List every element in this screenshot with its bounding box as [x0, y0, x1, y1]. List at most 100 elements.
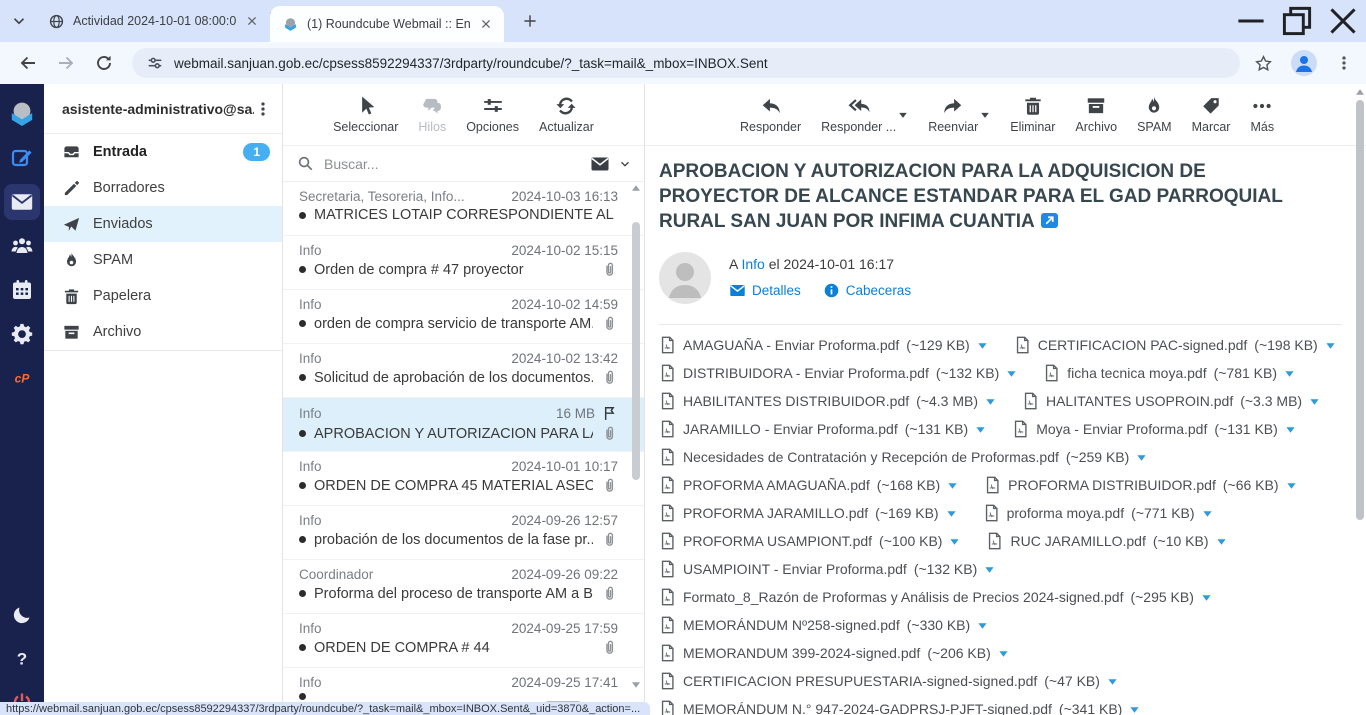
- browser-tab[interactable]: (1) Roundcube Webmail :: Envia: [270, 6, 504, 42]
- view-scrollbar[interactable]: [1354, 86, 1366, 715]
- recipient-link[interactable]: Info: [741, 256, 764, 272]
- attachment-item[interactable]: MEMORÁNDUM N.° 947-2024-GADPRSJ-PJFT-sig…: [659, 700, 1140, 715]
- reload-button[interactable]: [94, 53, 114, 73]
- scroll-up-icon[interactable]: [631, 184, 641, 192]
- browser-profile-avatar[interactable]: [1291, 50, 1317, 76]
- mail-button-m-s[interactable]: Más: [1250, 95, 1274, 134]
- attachment-item[interactable]: MEMORÁNDUM Nº258-signed.pdf (~330 KB): [659, 616, 988, 634]
- mail-button-reenviar[interactable]: Reenviar: [928, 95, 990, 134]
- flag-icon[interactable]: [601, 405, 618, 422]
- scroll-down-icon[interactable]: [631, 681, 641, 689]
- message-list-item[interactable]: Info 2024-10-02 15:15 Orden de compra # …: [283, 236, 644, 290]
- attachment-item[interactable]: PROFORMA USAMPIONT.pdf (~100 KB): [659, 532, 960, 550]
- restore-button[interactable]: [1274, 0, 1320, 42]
- list-scrollbar[interactable]: [630, 184, 642, 689]
- attachment-menu-caret-icon[interactable]: [1201, 592, 1212, 603]
- attachment-menu-caret-icon[interactable]: [1216, 536, 1227, 547]
- close-button[interactable]: [1320, 0, 1366, 42]
- message-list-item[interactable]: Coordinador 2024-09-26 09:22 Proforma de…: [283, 560, 644, 614]
- search-options-chevron-icon[interactable]: [618, 157, 632, 171]
- attachment-item[interactable]: RUC JARAMILLO.pdf (~10 KB): [986, 532, 1226, 550]
- attachment-item[interactable]: HALITANTES USOPROIN.pdf (~3.3 MB): [1022, 392, 1320, 410]
- attachment-item[interactable]: PROFORMA JARAMILLO.pdf (~169 KB): [659, 504, 957, 522]
- attachment-menu-caret-icon[interactable]: [1284, 368, 1295, 379]
- contacts-nav[interactable]: [4, 228, 40, 264]
- attachment-menu-caret-icon[interactable]: [1286, 480, 1297, 491]
- attachment-menu-caret-icon[interactable]: [977, 620, 988, 631]
- calendar-nav[interactable]: [4, 272, 40, 308]
- folder-item-borradores[interactable]: Borradores: [44, 170, 282, 206]
- attachment-menu-caret-icon[interactable]: [1325, 340, 1336, 351]
- attachment-menu-caret-icon[interactable]: [1285, 424, 1296, 435]
- list-button-actualizar[interactable]: Actualizar: [539, 95, 594, 134]
- site-info-icon[interactable]: [146, 54, 164, 72]
- list-button-opciones[interactable]: Opciones: [466, 95, 519, 134]
- attachment-menu-caret-icon[interactable]: [998, 648, 1009, 659]
- attachment-item[interactable]: HABILITANTES DISTRIBUIDOR.pdf (~4.3 MB): [659, 392, 996, 410]
- browser-menu-icon[interactable]: [1335, 54, 1353, 72]
- attachment-menu-caret-icon[interactable]: [1202, 508, 1213, 519]
- forward-button[interactable]: [56, 53, 76, 73]
- new-tab-button[interactable]: [522, 13, 538, 29]
- message-list-item[interactable]: Info 16 MB APROBACION Y AUTORIZACION PAR…: [283, 398, 644, 452]
- mail-nav[interactable]: [4, 184, 40, 220]
- bookmark-star-icon[interactable]: [1254, 54, 1273, 73]
- list-button-hilos[interactable]: Hilos: [418, 95, 446, 134]
- attachment-menu-caret-icon[interactable]: [1107, 676, 1118, 687]
- view-scrollbar-thumb[interactable]: [1356, 100, 1364, 520]
- attachment-item[interactable]: MEMORANDUM 399-2024-signed.pdf (~206 KB): [659, 644, 1009, 662]
- attachment-item[interactable]: PROFORMA AMAGUAÑA.pdf (~168 KB): [659, 476, 958, 494]
- attachment-item[interactable]: ficha tecnica moya.pdf (~781 KB): [1043, 364, 1295, 382]
- folder-item-papelera[interactable]: Papelera: [44, 278, 282, 314]
- message-list-item[interactable]: Info 2024-10-01 10:17 ORDEN DE COMPRA 45…: [283, 452, 644, 506]
- mail-button-eliminar[interactable]: Eliminar: [1010, 95, 1055, 134]
- attachment-item[interactable]: Moya - Enviar Proforma.pdf (~131 KB): [1012, 420, 1296, 438]
- dark-mode-toggle[interactable]: [4, 597, 40, 633]
- attachment-menu-caret-icon[interactable]: [1006, 368, 1017, 379]
- message-list-item[interactable]: Info 2024-09-26 12:57 probación de los d…: [283, 506, 644, 560]
- message-list-item[interactable]: Info 2024-10-02 14:59 orden de compra se…: [283, 290, 644, 344]
- message-list-item[interactable]: Info 2024-10-02 13:42 Solicitud de aprob…: [283, 344, 644, 398]
- scroll-up-icon[interactable]: [1355, 88, 1365, 96]
- back-button[interactable]: [18, 53, 38, 73]
- attachment-item[interactable]: Formato_8_Razón de Proformas y Análisis …: [659, 588, 1212, 606]
- attachment-menu-caret-icon[interactable]: [1129, 704, 1140, 715]
- attachment-menu-caret-icon[interactable]: [949, 536, 960, 547]
- settings-nav[interactable]: [4, 316, 40, 352]
- attachment-item[interactable]: Necesidades de Contratación y Recepción …: [659, 448, 1147, 466]
- tab-close-icon[interactable]: [478, 16, 494, 32]
- attachment-item[interactable]: proforma moya.pdf (~771 KB): [983, 504, 1213, 522]
- compose-button[interactable]: [4, 140, 40, 176]
- list-button-seleccionar[interactable]: Seleccionar: [333, 95, 398, 134]
- attachment-item[interactable]: CERTIFICACION PAC-signed.pdf (~198 KB): [1014, 336, 1336, 354]
- browser-tab[interactable]: Actividad 2024-10-01 08:00:00: [36, 0, 270, 42]
- headers-button[interactable]: Cabeceras: [823, 282, 911, 299]
- attachment-item[interactable]: JARAMILLO - Enviar Proforma.pdf (~131 KB…: [659, 420, 986, 438]
- minimize-button[interactable]: [1228, 0, 1274, 42]
- tab-organize-chevron-icon[interactable]: [10, 12, 28, 30]
- search-scope-mail-icon[interactable]: [590, 154, 610, 174]
- mail-button-marcar[interactable]: Marcar: [1192, 95, 1231, 134]
- details-button[interactable]: Detalles: [729, 282, 801, 299]
- dropdown-caret-icon[interactable]: [898, 110, 908, 120]
- search-input[interactable]: [322, 155, 582, 173]
- folder-item-enviados[interactable]: Enviados: [44, 206, 282, 242]
- attachment-menu-caret-icon[interactable]: [975, 424, 986, 435]
- mail-button-archivo[interactable]: Archivo: [1075, 95, 1117, 134]
- address-bar[interactable]: webmail.sanjuan.gob.ec/cpsess8592294337/…: [132, 48, 1240, 78]
- attachment-menu-caret-icon[interactable]: [947, 480, 958, 491]
- folder-item-archivo[interactable]: Archivo: [44, 314, 282, 350]
- attachment-menu-caret-icon[interactable]: [985, 396, 996, 407]
- mail-button-responder[interactable]: Responder ...: [821, 95, 908, 134]
- attachment-menu-caret-icon[interactable]: [984, 564, 995, 575]
- mail-button-spam[interactable]: SPAM: [1137, 95, 1172, 134]
- attachment-item[interactable]: CERTIFICACION PRESUPUESTARIA-signed-sign…: [659, 672, 1118, 690]
- url-text[interactable]: webmail.sanjuan.gob.ec/cpsess8592294337/…: [174, 56, 768, 71]
- list-scrollbar-thumb[interactable]: [632, 222, 640, 480]
- attachment-menu-caret-icon[interactable]: [946, 508, 957, 519]
- attachment-menu-caret-icon[interactable]: [1136, 452, 1147, 463]
- attachment-item[interactable]: DISTRIBUIDORA - Enviar Proforma.pdf (~13…: [659, 364, 1017, 382]
- help-button[interactable]: ?: [4, 641, 40, 677]
- account-menu-icon[interactable]: [254, 100, 272, 118]
- folder-item-spam[interactable]: SPAM: [44, 242, 282, 278]
